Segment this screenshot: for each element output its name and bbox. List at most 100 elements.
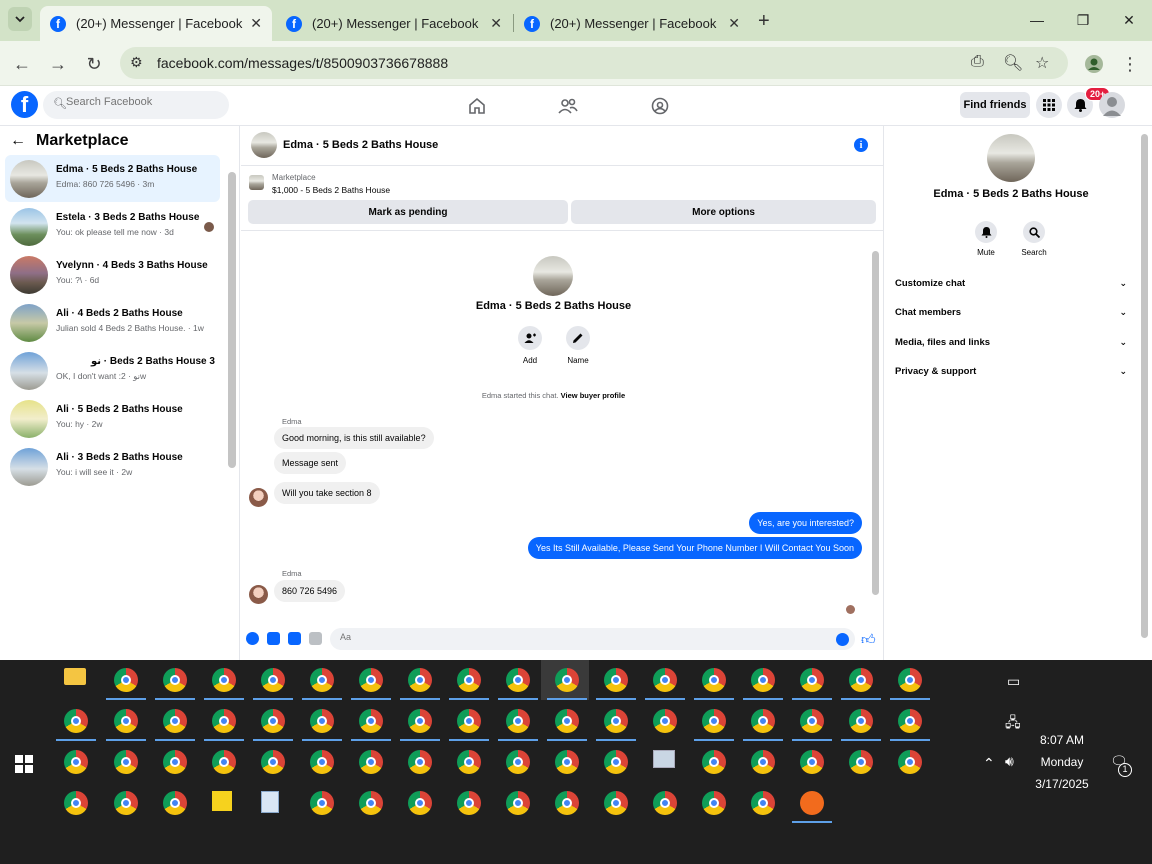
info-icon[interactable]: i [854, 138, 868, 152]
chrome-browser-icon[interactable] [800, 750, 824, 774]
facebook-logo-icon[interactable]: f [11, 91, 38, 118]
chrome-browser-icon[interactable] [163, 668, 187, 692]
chrome-browser-icon[interactable] [702, 791, 726, 815]
chrome-browser-icon[interactable] [604, 668, 628, 692]
chrome-browser-icon[interactable] [506, 709, 530, 733]
chrome-browser-icon[interactable] [163, 791, 187, 815]
message-scrollbar[interactable] [872, 251, 879, 595]
orange-app-icon[interactable] [800, 791, 824, 815]
chrome-browser-icon[interactable] [261, 668, 285, 692]
close-tab-icon[interactable]: ✕ [490, 15, 502, 32]
chrome-browser-icon[interactable] [751, 750, 775, 774]
chrome-browser-icon[interactable] [800, 709, 824, 733]
name-chat-action[interactable]: Name [558, 326, 598, 365]
search-action[interactable]: Search [1014, 221, 1054, 257]
chrome-browser-icon[interactable] [653, 709, 677, 733]
chrome-browser-icon[interactable] [898, 709, 922, 733]
chrome-browser-icon[interactable] [898, 750, 922, 774]
view-buyer-profile-link[interactable]: View buyer profile [561, 391, 625, 400]
chat-list-item[interactable]: Ali · 4 Beds 2 Baths House Julian sold 4… [5, 299, 220, 346]
url-text[interactable]: facebook.com/messages/t/8500903736678888 [157, 55, 448, 71]
chrome-browser-icon[interactable] [261, 750, 285, 774]
back-arrow-icon[interactable]: ← [10, 132, 26, 150]
chrome-browser-icon[interactable] [310, 709, 334, 733]
chat-list-item[interactable]: Ali · 5 Beds 2 Baths House You: hy · 2w [5, 395, 220, 442]
chrome-browser-icon[interactable] [310, 791, 334, 815]
chrome-browser-icon[interactable] [212, 750, 236, 774]
chrome-browser-icon[interactable] [457, 750, 481, 774]
privacy-support-menu[interactable]: Privacy & support ⌄ [895, 366, 1127, 377]
browser-tab-2[interactable]: f (20+) Messenger | Facebook ✕ [276, 6, 512, 41]
pencil-icon[interactable] [566, 326, 590, 350]
incoming-message[interactable]: Will you take section 8 [274, 482, 380, 504]
incoming-message[interactable]: Message sent [274, 452, 347, 474]
chrome-browser-icon[interactable] [702, 750, 726, 774]
chrome-browser-icon[interactable] [653, 668, 677, 692]
chat-list-item[interactable]: Estela · 3 Beds 2 Baths House You: ok pl… [5, 203, 220, 250]
conversation-avatar[interactable] [251, 132, 277, 158]
chrome-browser-icon[interactable] [702, 668, 726, 692]
chrome-browser-icon[interactable] [457, 791, 481, 815]
close-tab-icon[interactable]: ✕ [728, 15, 740, 32]
chrome-browser-icon[interactable] [555, 750, 579, 774]
file-explorer-icon[interactable] [64, 668, 86, 685]
chrome-browser-icon[interactable] [849, 668, 873, 692]
chrome-browser-icon[interactable] [604, 791, 628, 815]
address-bar[interactable]: ⚙ facebook.com/messages/t/85009037366788… [120, 47, 1068, 79]
chat-list-item[interactable]: Yvelynn · 4 Beds 3 Baths House You: ?\ ·… [5, 251, 220, 298]
chrome-browser-icon[interactable] [114, 668, 138, 692]
chrome-browser-icon[interactable] [898, 668, 922, 692]
chrome-browser-icon[interactable] [261, 709, 285, 733]
minimize-icon[interactable]: — [1022, 8, 1052, 32]
find-friends-button[interactable]: Find friends [960, 92, 1030, 118]
clock-date[interactable]: 3/17/2025 [1030, 777, 1094, 791]
conversation-title[interactable]: Edma · 5 Beds 2 Baths House [283, 139, 438, 151]
forward-arrow-icon[interactable]: → [45, 51, 71, 77]
reload-icon[interactable]: ↻ [81, 51, 107, 77]
chrome-browser-icon[interactable] [849, 709, 873, 733]
chrome-browser-icon[interactable] [506, 668, 530, 692]
tab-search-button[interactable] [8, 7, 32, 31]
listing-price-title[interactable]: $1,000 - 5 Beds 2 Baths House [272, 185, 390, 195]
chrome-browser-icon[interactable] [64, 791, 88, 815]
details-avatar[interactable] [987, 134, 1035, 182]
chrome-browser-icon[interactable] [506, 750, 530, 774]
chrome-browser-icon[interactable] [359, 750, 383, 774]
chat-list-item[interactable]: نو · Beds 2 Baths House 3 OK, I don't wa… [5, 347, 220, 394]
incoming-message[interactable]: Good morning, is this still available? [274, 427, 434, 449]
chrome-browser-icon[interactable] [408, 750, 432, 774]
chrome-browser-icon[interactable] [653, 791, 677, 815]
outgoing-message[interactable]: Yes, are you interested? [749, 512, 862, 534]
emoji-icon[interactable] [836, 633, 849, 646]
chrome-browser-icon[interactable] [114, 709, 138, 733]
outgoing-message[interactable]: Yes Its Still Available, Please Send You… [527, 537, 862, 559]
chrome-browser-icon[interactable] [64, 709, 88, 733]
browser-tab-3[interactable]: f (20+) Messenger | Facebook ✕ [514, 6, 750, 41]
chat-list-item[interactable]: Ali · 3 Beds 2 Baths House You: i will s… [5, 443, 220, 490]
chrome-browser-icon[interactable] [359, 668, 383, 692]
chrome-browser-icon[interactable] [555, 709, 579, 733]
mark-as-pending-button[interactable]: Mark as pending [248, 200, 568, 224]
add-people-action[interactable]: Add [510, 326, 550, 365]
facebook-search-input[interactable] [66, 96, 216, 108]
chrome-browser-icon[interactable] [408, 709, 432, 733]
chrome-browser-icon[interactable] [212, 709, 236, 733]
chrome-browser-icon[interactable] [359, 791, 383, 815]
message-input-box[interactable] [330, 628, 855, 650]
chrome-browser-icon[interactable] [751, 668, 775, 692]
chrome-browser-icon[interactable] [604, 709, 628, 733]
chrome-browser-icon[interactable] [849, 750, 873, 774]
chrome-browser-icon[interactable] [800, 668, 824, 692]
attach-photo-icon[interactable] [267, 632, 280, 645]
chrome-browser-icon[interactable] [457, 668, 481, 692]
browser-menu-icon[interactable]: ⋮ [1117, 51, 1143, 77]
restore-icon[interactable]: ❐ [1068, 8, 1098, 32]
customize-chat-menu[interactable]: Customize chat ⌄ [895, 278, 1127, 289]
chat-members-menu[interactable]: Chat members ⌄ [895, 307, 1127, 318]
chrome-browser-icon[interactable] [751, 791, 775, 815]
new-tab-icon[interactable]: + [758, 10, 770, 33]
account-avatar[interactable] [1099, 92, 1125, 118]
chrome-browser-icon[interactable] [555, 668, 579, 692]
chrome-browser-icon[interactable] [751, 709, 775, 733]
profile-avatar[interactable] [533, 256, 573, 296]
